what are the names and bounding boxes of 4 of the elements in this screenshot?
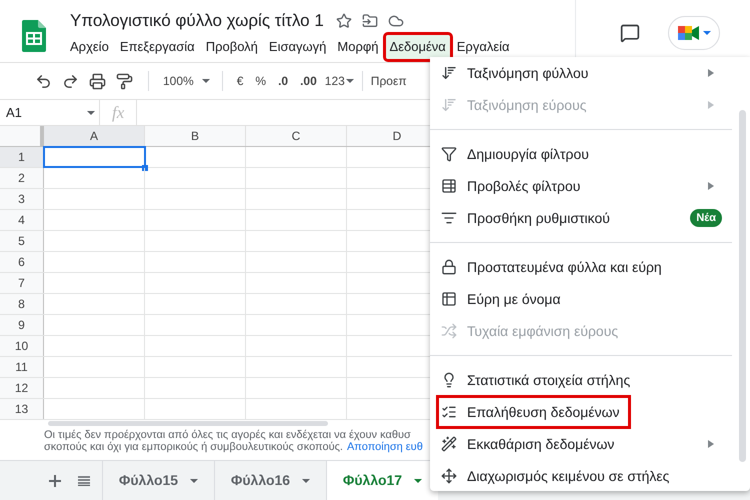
- disclaimer-text: Οι τιμές δεν προέρχονται από όλες τις αγορές και ενδέχεται να έχουν καθυσ: [44, 429, 412, 441]
- new-badge: Νέα: [690, 208, 722, 228]
- formula-label: fx: [100, 100, 138, 126]
- disclaimer-text: σκοπούς και όχι για εμπορικούς ή συμβουλευτικούς σκοπούς.: [44, 441, 343, 453]
